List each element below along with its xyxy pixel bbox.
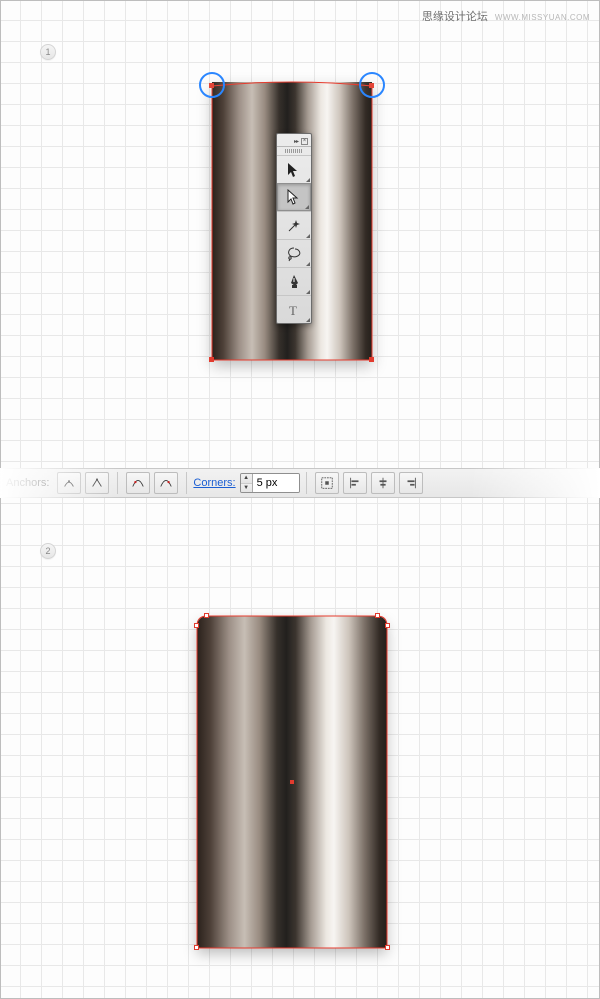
options-bar: Anchors: Corners: ▲ ▼ [0,468,600,498]
corners-label[interactable]: Corners: [193,477,235,489]
align-left-icon [348,476,362,490]
align-button-3[interactable] [371,472,395,494]
align-right-icon [404,476,418,490]
anchor-point[interactable] [375,613,380,618]
handle-button-2[interactable] [154,472,178,494]
watermark-en: WWW.MISSYUAN.COM [495,13,590,22]
lasso-tool-icon [286,246,302,262]
direct-selection-tool-icon [286,189,302,205]
magic-wand-tool-icon [286,218,302,234]
align-button-2[interactable] [343,472,367,494]
align-button-1[interactable] [315,472,339,494]
panel-header[interactable]: ▸▸ × [277,134,311,147]
direct-selection-tool[interactable] [277,183,311,211]
type-tool[interactable]: T [277,295,311,323]
corners-input[interactable] [253,474,299,492]
collapse-icon[interactable]: ▸▸ [294,138,298,145]
align-center-icon [376,476,390,490]
convert-corner-icon [90,476,104,490]
anchor-point[interactable] [194,945,199,950]
handle-icon [159,476,173,490]
panel-grip[interactable] [277,147,311,155]
convert-corner-button[interactable] [85,472,109,494]
anchor-point[interactable] [194,623,199,628]
lasso-tool[interactable] [277,239,311,267]
stepper-down-icon[interactable]: ▼ [241,484,252,493]
align-button-4[interactable] [399,472,423,494]
convert-anchor-icon [62,476,76,490]
corners-stepper[interactable]: ▲ ▼ [240,473,300,493]
step-badge-1: 1 [40,44,56,60]
tools-panel[interactable]: ▸▸ × T [276,133,312,324]
step-badge-2: 2 [40,543,56,559]
anchor-point[interactable] [204,613,209,618]
stepper-up-icon[interactable]: ▲ [241,474,252,484]
watermark-cn: 思缘设计论坛 [422,11,488,23]
highlight-circle [359,72,385,98]
pen-tool-icon [286,274,302,290]
handle-button-1[interactable] [126,472,150,494]
magic-wand-tool[interactable] [277,211,311,239]
selection-tool-icon [286,162,302,178]
anchor-point[interactable] [385,945,390,950]
center-point[interactable] [290,780,294,784]
svg-text:T: T [289,303,297,318]
selection-tool[interactable] [277,155,311,183]
anchors-label: Anchors: [6,477,49,489]
anchor-point[interactable] [385,623,390,628]
anchor-point[interactable] [369,357,374,362]
highlight-circle [199,72,225,98]
anchor-point[interactable] [209,357,214,362]
handle-icon [131,476,145,490]
pen-tool[interactable] [277,267,311,295]
close-icon[interactable]: × [301,138,308,145]
watermark: 思缘设计论坛 WWW.MISSYUAN.COM [422,8,590,24]
bounding-icon [320,476,334,490]
type-tool-icon: T [286,302,302,318]
convert-anchor-button[interactable] [57,472,81,494]
